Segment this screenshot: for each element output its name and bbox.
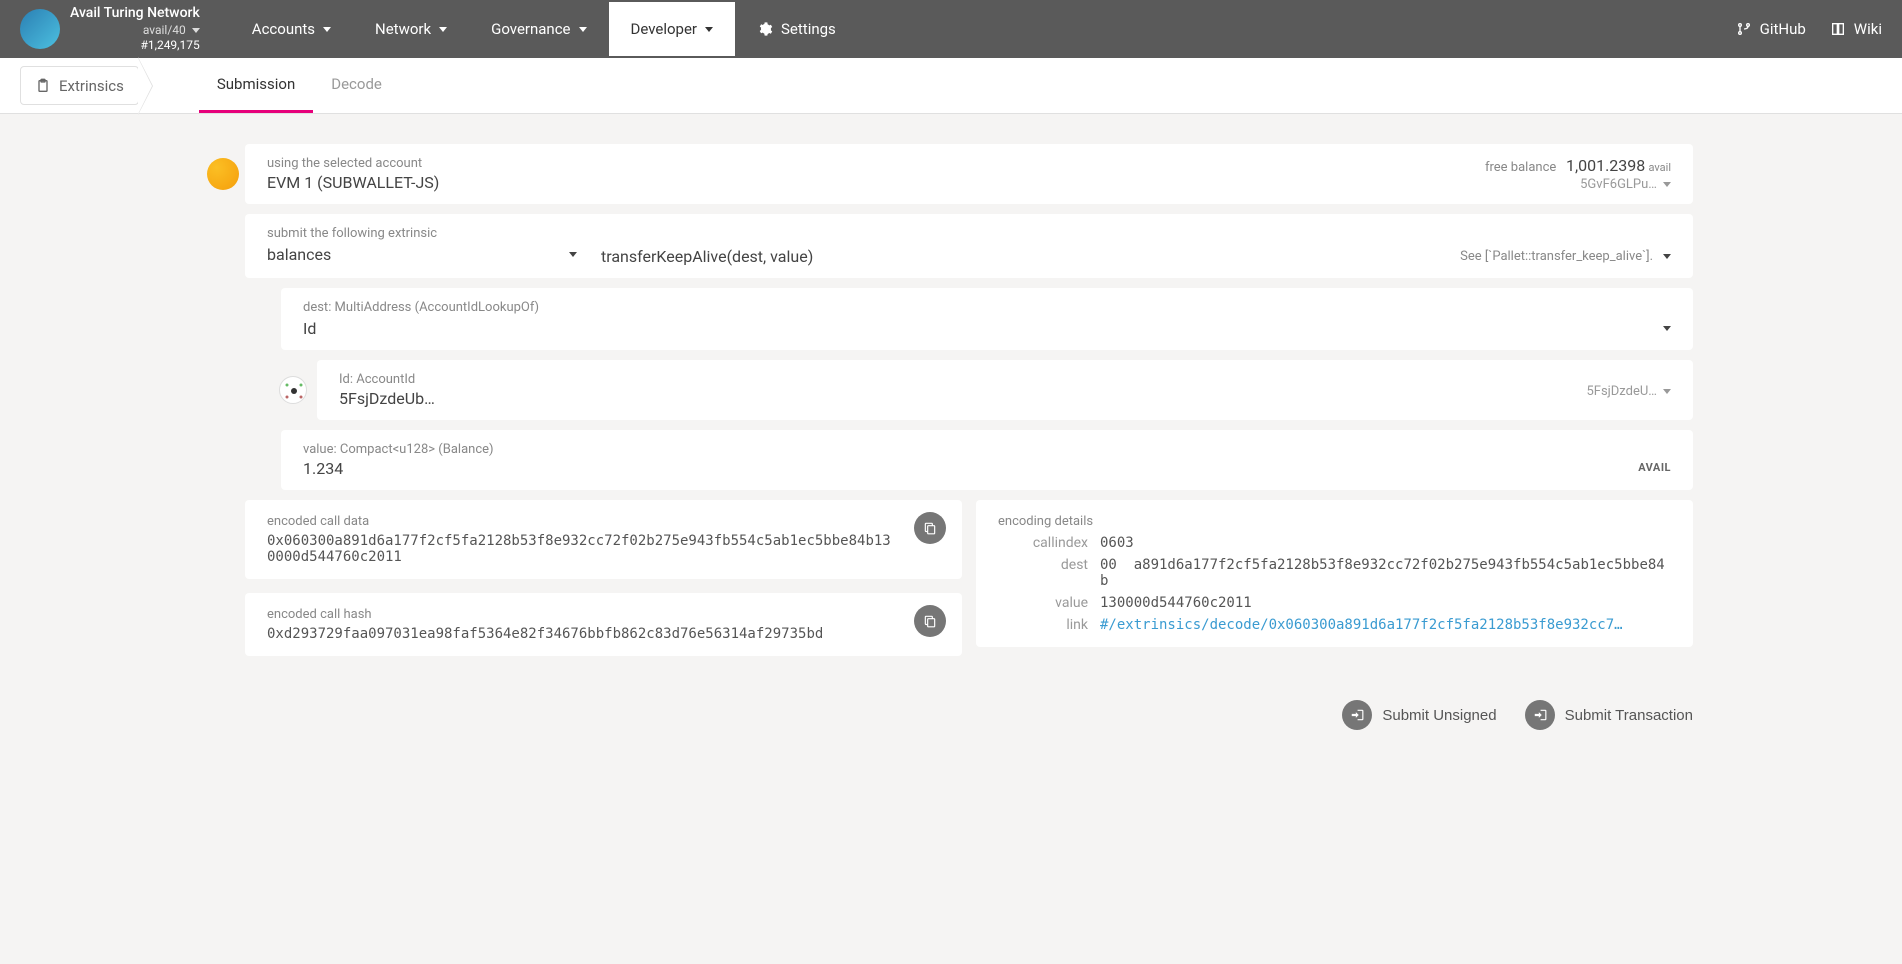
nav-settings[interactable]: Settings xyxy=(735,2,858,56)
chevron-down-icon xyxy=(1663,254,1671,259)
copy-call-hash-button[interactable] xyxy=(914,605,946,637)
nav-network[interactable]: Network xyxy=(353,2,469,56)
chevron-down-icon xyxy=(705,27,713,32)
tabs: Submission Decode xyxy=(199,58,400,113)
wiki-link[interactable]: Wiki xyxy=(1830,20,1882,38)
call-hash-hex: 0xd293729faa097031ea98faf5364e82f34676bb… xyxy=(267,626,940,642)
call-hash-label: encoded call hash xyxy=(267,607,940,622)
top-bar-right: GitHub Wiki xyxy=(1736,20,1882,38)
dest-id-label: Id: AccountId xyxy=(339,372,435,387)
account-label: using the selected account xyxy=(267,156,439,171)
account-name: EVM 1 (SUBWALLET-JS) xyxy=(267,173,439,192)
encoding-details-card: encoding details callindex 0603 dest 00 … xyxy=(976,500,1693,647)
network-info[interactable]: Avail Turing Network avail/40 #1,249,175 xyxy=(70,4,200,53)
module-select[interactable]: balances xyxy=(267,245,577,264)
balance-label: free balance xyxy=(1485,160,1556,175)
balance-unit: avail xyxy=(1649,161,1671,174)
dest-id-value: 5FsjDzdeUb… xyxy=(339,389,435,408)
extrinsic-label: submit the following extrinsic xyxy=(267,226,577,241)
nav-accounts[interactable]: Accounts xyxy=(230,2,353,56)
git-branch-icon xyxy=(1736,21,1752,37)
chevron-down-icon xyxy=(569,252,577,257)
copy-icon xyxy=(923,614,937,628)
chevron-down-icon xyxy=(323,27,331,32)
balance-value: 1,001.2398 xyxy=(1566,156,1645,175)
call-data-label: encoded call data xyxy=(267,514,940,529)
value-key: value xyxy=(998,595,1088,611)
action-bar: Submit Unsigned Submit Transaction xyxy=(209,700,1693,730)
call-data-hex: 0x060300a891d6a177f2cf5fa2128b53f8e932cc… xyxy=(267,533,940,565)
chevron-down-icon xyxy=(192,28,200,33)
account-address-short: 5GvF6GLPu… xyxy=(1580,177,1657,192)
sub-nav: Extrinsics Submission Decode xyxy=(0,58,1902,114)
dest-label: dest: MultiAddress (AccountIdLookupOf) xyxy=(303,300,1671,315)
chevron-down-icon xyxy=(1663,326,1671,331)
dest-hex: 00 a891d6a177f2cf5fa2128b53f8e932cc72f02… xyxy=(1100,557,1671,589)
dest-type: Id xyxy=(303,319,316,338)
copy-call-data-button[interactable] xyxy=(914,512,946,544)
nav-developer[interactable]: Developer xyxy=(609,2,736,56)
gear-icon xyxy=(757,21,773,37)
submit-transaction-button[interactable]: Submit Transaction xyxy=(1525,700,1693,730)
top-bar: Avail Turing Network avail/40 #1,249,175… xyxy=(0,0,1902,58)
extrinsic-selector: submit the following extrinsic balances … xyxy=(245,214,1693,278)
dest-identicon xyxy=(279,376,307,404)
chevron-down-icon xyxy=(1663,182,1671,187)
dest-type-selector[interactable]: dest: MultiAddress (AccountIdLookupOf) I… xyxy=(281,288,1693,350)
encoded-call-data-card: encoded call data 0x060300a891d6a177f2cf… xyxy=(245,500,962,579)
value-input[interactable]: 1.234 xyxy=(303,459,343,478)
block-number: #1,249,175 xyxy=(140,38,199,54)
callindex-value: 0603 xyxy=(1100,535,1671,551)
value-unit: AVAIL xyxy=(1638,461,1671,474)
github-link[interactable]: GitHub xyxy=(1736,20,1806,38)
call-select[interactable]: transferKeepAlive(dest, value) See [`Pal… xyxy=(601,247,1671,266)
encoded-call-hash-card: encoded call hash 0xd293729faa097031ea98… xyxy=(245,593,962,656)
chevron-down-icon xyxy=(579,27,587,32)
chevron-down-icon xyxy=(439,27,447,32)
submit-icon xyxy=(1525,700,1555,730)
submit-icon xyxy=(1342,700,1372,730)
chevron-down-icon xyxy=(1663,389,1671,394)
copy-icon xyxy=(923,521,937,535)
callindex-label: callindex xyxy=(998,535,1088,551)
breadcrumb[interactable]: Extrinsics xyxy=(20,66,139,105)
dest-address-short: 5FsjDzdeU… xyxy=(1586,384,1657,399)
breadcrumb-label: Extrinsics xyxy=(59,77,124,95)
content: using the selected account EVM 1 (SUBWAL… xyxy=(191,114,1711,760)
account-identicon xyxy=(207,158,239,190)
dest-account-selector[interactable]: Id: AccountId 5FsjDzdeUb… 5FsjDzdeU… xyxy=(317,360,1693,420)
value-label: value: Compact<u128> (Balance) xyxy=(303,442,1671,457)
value-input-card: value: Compact<u128> (Balance) 1.234 AVA… xyxy=(281,430,1693,490)
tab-submission[interactable]: Submission xyxy=(199,58,313,113)
chain-spec: avail/40 xyxy=(143,23,186,39)
account-selector[interactable]: using the selected account EVM 1 (SUBWAL… xyxy=(245,144,1693,204)
submit-unsigned-button[interactable]: Submit Unsigned xyxy=(1342,700,1496,730)
network-name: Avail Turing Network xyxy=(70,4,200,22)
dest-key: dest xyxy=(998,557,1088,573)
main-nav: Accounts Network Governance Developer Se… xyxy=(230,2,858,56)
nav-governance[interactable]: Governance xyxy=(469,2,608,56)
book-icon xyxy=(1830,21,1846,37)
decode-link[interactable]: #/extrinsics/decode/0x060300a891d6a177f2… xyxy=(1100,617,1623,633)
clipboard-icon xyxy=(35,78,51,94)
call-hint: See [`Pallet::transfer_keep_alive`]. xyxy=(1460,249,1653,264)
tab-decode[interactable]: Decode xyxy=(313,58,400,113)
details-title: encoding details xyxy=(998,514,1671,529)
link-key: link xyxy=(998,617,1088,633)
value-hex: 130000d544760c2011 xyxy=(1100,595,1671,611)
logo xyxy=(20,9,60,49)
